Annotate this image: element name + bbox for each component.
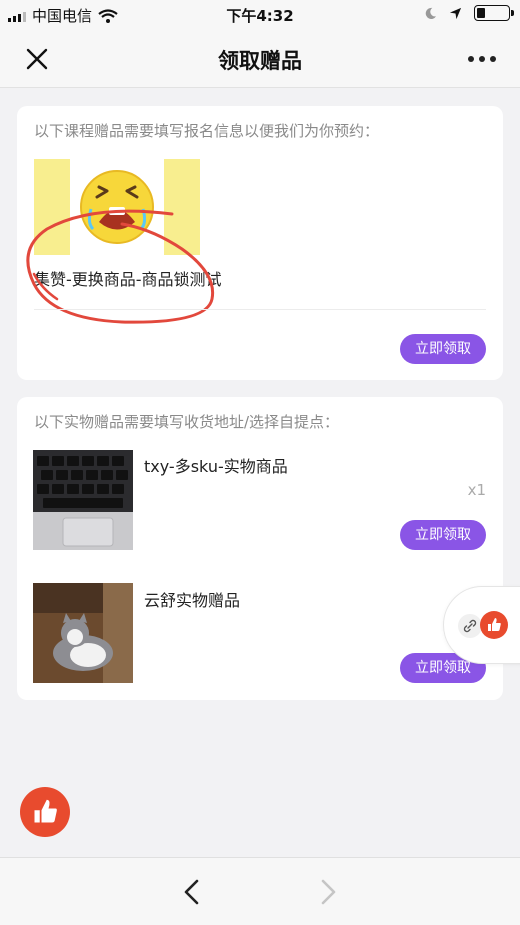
course-hint: 以下课程赠品需要填写报名信息以便我们为你预约：	[34, 122, 380, 140]
forward-arrow-icon[interactable]	[316, 878, 340, 906]
more-icon[interactable]	[468, 56, 496, 62]
battery-icon	[474, 5, 514, 21]
claim-button-course[interactable]: 立即领取	[400, 334, 486, 364]
product-title: 云舒实物赠品	[144, 591, 241, 610]
page-title: 领取赠品	[218, 49, 302, 73]
status-right	[424, 5, 514, 21]
product-image-cat[interactable]	[33, 583, 133, 683]
claim-button-product-1[interactable]: 立即领取	[400, 520, 486, 550]
bottom-toolbar	[0, 857, 520, 925]
keyboard-photo	[33, 450, 133, 550]
product-quantity: x1	[467, 481, 486, 499]
nav-bar: 领取赠品	[0, 30, 520, 88]
cat-photo	[33, 583, 133, 683]
moon-icon	[425, 7, 437, 19]
physical-gift-card: 以下实物赠品需要填写收货地址/选择自提点： txy-多sku-实物商品 x1 立…	[17, 397, 503, 700]
course-gift-card: 以下课程赠品需要填写报名信息以便我们为你预约： 集赞-更换商品-商品锁测试 立即…	[17, 106, 503, 380]
divider	[34, 309, 486, 310]
physical-hint: 以下实物赠品需要填写收货地址/选择自提点：	[34, 413, 340, 431]
product-title: txy-多sku-实物商品	[144, 457, 288, 476]
product-image-keyboard[interactable]	[33, 450, 133, 550]
back-arrow-icon[interactable]	[180, 878, 204, 906]
status-bar: 中国电信 下午4:32	[0, 0, 520, 30]
thumbs-up-icon[interactable]	[480, 611, 508, 639]
location-icon	[449, 7, 462, 19]
thumbs-up-icon[interactable]	[20, 787, 70, 837]
link-icon[interactable]	[458, 614, 482, 638]
red-circle-annotation	[26, 209, 215, 324]
floating-share-widget[interactable]	[443, 586, 520, 664]
